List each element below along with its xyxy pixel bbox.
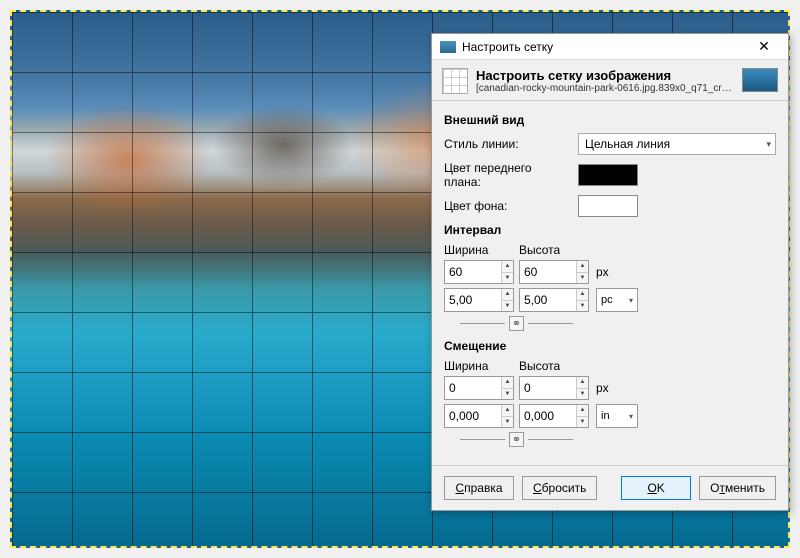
interval-width-px-input[interactable] (445, 261, 501, 283)
interval-width-label: Ширина (444, 243, 519, 257)
chevron-down-icon: ▾ (629, 412, 633, 421)
line-style-select[interactable]: Цельная линия ▾ (578, 133, 776, 155)
spin-down-icon[interactable]: ▼ (577, 273, 588, 284)
bg-color-swatch[interactable] (578, 195, 638, 217)
offset-width-label: Ширина (444, 359, 519, 373)
spin-up-icon[interactable]: ▲ (502, 261, 513, 273)
chevron-down-icon: ▾ (629, 296, 633, 305)
grid-icon (442, 68, 468, 94)
offset-height-label: Высота (519, 359, 594, 373)
chain-link-icon[interactable]: ⚭ (509, 316, 524, 331)
interval-height-px-input[interactable] (520, 261, 576, 283)
spin-up-icon[interactable]: ▲ (502, 289, 513, 301)
interval-unit-pc-select[interactable]: pc ▾ (596, 288, 638, 312)
interval-height-px-spinner[interactable]: ▲▼ (519, 260, 589, 284)
reset-button[interactable]: Сбросить (522, 476, 597, 500)
offset-section: Смещение (444, 339, 776, 353)
configure-grid-dialog: Настроить сетку ✕ Настроить сетку изобра… (431, 33, 789, 511)
interval-width-px-spinner[interactable]: ▲▼ (444, 260, 514, 284)
chain-link-icon[interactable]: ⚭ (509, 432, 524, 447)
interval-section: Интервал (444, 223, 776, 237)
appearance-section: Внешний вид (444, 113, 776, 127)
fg-color-swatch[interactable] (578, 164, 638, 186)
fg-color-label: Цвет переднего плана: (444, 161, 570, 189)
interval-height-pc-spinner[interactable]: ▲▼ (519, 288, 589, 312)
interval-width-pc-input[interactable] (445, 289, 501, 311)
spin-up-icon[interactable]: ▲ (502, 405, 513, 417)
spin-up-icon[interactable]: ▲ (577, 405, 588, 417)
chevron-down-icon: ▾ (766, 139, 771, 150)
app-icon (440, 41, 456, 53)
spin-up-icon[interactable]: ▲ (577, 261, 588, 273)
cancel-button[interactable]: Отменить (699, 476, 776, 500)
spin-down-icon[interactable]: ▼ (577, 417, 588, 428)
interval-link-bar: ⚭ (444, 316, 589, 331)
spin-down-icon[interactable]: ▼ (577, 389, 588, 400)
spin-down-icon[interactable]: ▼ (502, 389, 513, 400)
header-subtitle: [canadian-rocky-mountain-park-0616.jpg.8… (476, 83, 734, 94)
offset-height-in-spinner[interactable]: ▲▼ (519, 404, 589, 428)
spin-up-icon[interactable]: ▲ (577, 289, 588, 301)
close-icon[interactable]: ✕ (744, 35, 784, 59)
window-title: Настроить сетку (462, 40, 744, 54)
offset-height-px-input[interactable] (520, 377, 576, 399)
offset-width-px-input[interactable] (445, 377, 501, 399)
ok-button[interactable]: OK (621, 476, 691, 500)
offset-unit-in-select[interactable]: in ▾ (596, 404, 638, 428)
image-thumbnail (742, 68, 778, 92)
offset-width-in-input[interactable] (445, 405, 501, 427)
offset-width-px-spinner[interactable]: ▲▼ (444, 376, 514, 400)
titlebar[interactable]: Настроить сетку ✕ (432, 34, 788, 60)
interval-width-pc-spinner[interactable]: ▲▼ (444, 288, 514, 312)
dialog-header: Настроить сетку изображения [canadian-ro… (432, 60, 788, 101)
header-title: Настроить сетку изображения (476, 68, 734, 83)
spin-down-icon[interactable]: ▼ (577, 301, 588, 312)
help-button[interactable]: Справка (444, 476, 514, 500)
spin-down-icon[interactable]: ▼ (502, 273, 513, 284)
interval-height-pc-input[interactable] (520, 289, 576, 311)
bg-color-label: Цвет фона: (444, 199, 570, 213)
offset-unit-px: px (596, 381, 609, 395)
interval-unit-px: px (596, 265, 609, 279)
offset-height-px-spinner[interactable]: ▲▼ (519, 376, 589, 400)
offset-width-in-spinner[interactable]: ▲▼ (444, 404, 514, 428)
button-bar: Справка Сбросить OK Отменить (432, 465, 788, 510)
offset-height-in-input[interactable] (520, 405, 576, 427)
spin-up-icon[interactable]: ▲ (502, 377, 513, 389)
spin-up-icon[interactable]: ▲ (577, 377, 588, 389)
line-style-label: Стиль линии: (444, 137, 570, 151)
spin-down-icon[interactable]: ▼ (502, 301, 513, 312)
line-style-value: Цельная линия (585, 137, 670, 151)
offset-link-bar: ⚭ (444, 432, 589, 447)
interval-height-label: Высота (519, 243, 594, 257)
spin-down-icon[interactable]: ▼ (502, 417, 513, 428)
